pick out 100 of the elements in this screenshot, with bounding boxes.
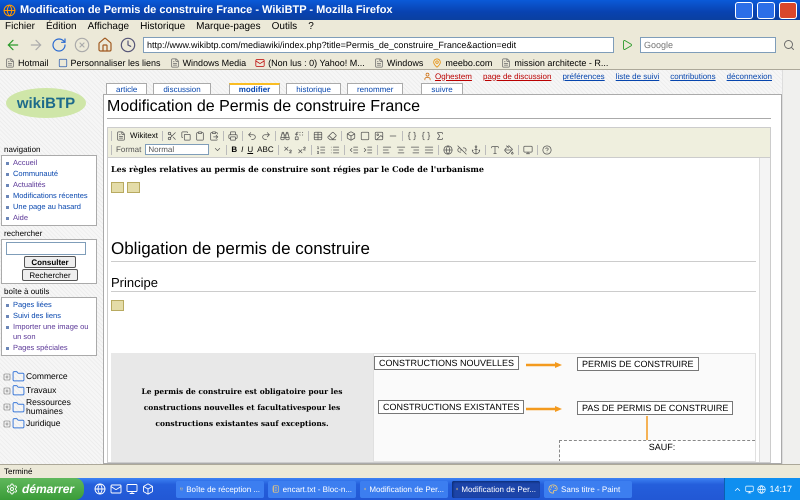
menu-item[interactable]: Édition bbox=[46, 21, 77, 32]
user-link[interactable]: contributions bbox=[670, 72, 716, 80]
page-tab[interactable]: historique bbox=[286, 83, 341, 94]
bookmark[interactable]: Personnaliser les liens bbox=[58, 58, 161, 68]
page-tab[interactable]: article bbox=[106, 83, 148, 94]
numbered-list-icon[interactable] bbox=[316, 144, 326, 154]
bookmark[interactable]: meebo.com bbox=[432, 58, 492, 68]
menu-item[interactable]: Fichier bbox=[5, 21, 36, 32]
monitor-icon[interactable] bbox=[522, 144, 533, 154]
outdent-icon[interactable] bbox=[348, 144, 359, 154]
align-center-icon[interactable] bbox=[396, 144, 406, 154]
address-field[interactable]: http://www.wikibtp.com/mediawiki/index.php?title=Permis_de_construire_France&action=edit bbox=[143, 36, 614, 52]
menu-item[interactable]: Marque-pages bbox=[196, 21, 261, 32]
home-icon[interactable] bbox=[97, 36, 113, 52]
scissors-icon[interactable] bbox=[167, 130, 177, 140]
image-icon[interactable] bbox=[374, 130, 384, 140]
monitor-icon[interactable] bbox=[745, 484, 754, 494]
notepad-icon bbox=[272, 484, 280, 494]
wikitext-button[interactable]: Wikitext bbox=[130, 131, 158, 140]
copy-icon[interactable] bbox=[181, 130, 191, 140]
subscript-icon[interactable] bbox=[282, 144, 293, 154]
menu-item[interactable]: Outils bbox=[272, 21, 298, 32]
expand-icon[interactable] bbox=[3, 403, 11, 411]
go-icon[interactable] bbox=[621, 38, 633, 50]
format-button[interactable]: I bbox=[241, 145, 244, 154]
format-button[interactable]: U bbox=[247, 145, 254, 154]
user-link[interactable]: déconnexion bbox=[726, 72, 772, 80]
category-item[interactable]: Travaux bbox=[26, 386, 68, 395]
category-item[interactable]: Commerce bbox=[26, 372, 68, 381]
format-button[interactable]: B bbox=[231, 145, 238, 154]
caret-icon[interactable] bbox=[213, 145, 222, 154]
window-icon[interactable] bbox=[360, 130, 370, 140]
paste-icon[interactable] bbox=[209, 130, 219, 140]
diagram-node: CONSTRUCTIONS NOUVELLES bbox=[374, 356, 520, 370]
page-tab[interactable]: discussion bbox=[153, 83, 211, 94]
close-button[interactable] bbox=[779, 2, 797, 18]
expand-icon[interactable] bbox=[3, 420, 11, 428]
bookmark[interactable]: Windows Media bbox=[170, 58, 246, 68]
format-button[interactable]: ABC bbox=[257, 145, 274, 154]
taskbar-item[interactable]: encart.txt - Bloc-n... bbox=[268, 480, 356, 498]
search-field[interactable]: Google bbox=[640, 36, 776, 52]
menu-item[interactable]: Historique bbox=[140, 21, 186, 32]
align-right-icon[interactable] bbox=[410, 144, 420, 154]
unlink-icon[interactable] bbox=[456, 144, 467, 154]
page-scrollbar[interactable] bbox=[782, 70, 800, 464]
fill-color-icon[interactable] bbox=[504, 144, 514, 154]
minimize-button[interactable] bbox=[735, 2, 753, 18]
bookmark[interactable]: mission architecte - R... bbox=[501, 58, 608, 68]
eraser-icon[interactable] bbox=[327, 130, 337, 140]
braces-icon[interactable] bbox=[407, 130, 417, 140]
category-item[interactable]: Ressources humaines bbox=[26, 398, 68, 416]
indent-icon[interactable] bbox=[362, 144, 373, 154]
editor-scrollbar[interactable] bbox=[759, 158, 770, 462]
menu-item[interactable]: ? bbox=[308, 21, 314, 32]
expand-icon[interactable] bbox=[3, 386, 11, 394]
page-tab[interactable]: modifier bbox=[228, 83, 280, 94]
justify-icon[interactable] bbox=[424, 144, 434, 154]
site-logo[interactable]: wikiBTP bbox=[6, 88, 86, 118]
braces-icon[interactable] bbox=[421, 130, 431, 140]
align-left-icon[interactable] bbox=[382, 144, 392, 154]
superscript-icon[interactable] bbox=[296, 144, 307, 154]
bookmark[interactable]: (Non lus : 0) Yahoo! M... bbox=[255, 58, 365, 68]
format-select[interactable]: Normal bbox=[145, 144, 210, 155]
search-input[interactable] bbox=[6, 242, 86, 255]
reload-icon[interactable] bbox=[51, 36, 67, 52]
bookmark[interactable]: Windows bbox=[374, 58, 424, 68]
binoculars-icon[interactable] bbox=[280, 130, 290, 140]
search-button[interactable]: Consulter bbox=[24, 256, 76, 268]
maximize-button[interactable] bbox=[757, 2, 775, 18]
cube-icon[interactable] bbox=[346, 130, 356, 140]
taskbar-item[interactable]: Sans titre - Paint bbox=[544, 480, 632, 498]
clipboard-icon[interactable] bbox=[195, 130, 205, 140]
user-link[interactable]: préférences bbox=[562, 72, 605, 80]
printer-icon[interactable] bbox=[228, 130, 238, 140]
page-icon[interactable] bbox=[116, 130, 126, 140]
redo-icon[interactable] bbox=[261, 130, 271, 140]
page-tab[interactable]: renommer bbox=[346, 83, 404, 94]
taskbar-item[interactable]: Modification de Per... bbox=[360, 480, 448, 498]
square-icon bbox=[58, 58, 68, 68]
help-icon[interactable] bbox=[542, 144, 552, 154]
anchor-icon[interactable] bbox=[470, 144, 481, 154]
user-link[interactable]: page de discussion bbox=[482, 72, 552, 80]
sigma-icon[interactable] bbox=[435, 130, 445, 140]
search-button[interactable]: Rechercher bbox=[22, 269, 78, 281]
expand-icon[interactable] bbox=[3, 372, 11, 380]
undo-icon[interactable] bbox=[247, 130, 257, 140]
taskbar-item[interactable]: Modification de Per... bbox=[452, 480, 540, 498]
page-tab[interactable]: suivre bbox=[421, 83, 463, 94]
menu-item[interactable]: Affichage bbox=[88, 21, 130, 32]
search-icon[interactable] bbox=[783, 38, 795, 50]
user-link[interactable]: Oghestem bbox=[423, 72, 472, 80]
history-icon[interactable] bbox=[120, 36, 136, 52]
bookmark[interactable]: Hotmail bbox=[5, 58, 49, 68]
category-item[interactable]: Juridique bbox=[26, 419, 68, 428]
user-link[interactable]: liste de suivi bbox=[616, 72, 660, 80]
table-icon[interactable] bbox=[313, 130, 323, 140]
monitor-icon[interactable] bbox=[126, 483, 138, 495]
text-color-icon[interactable] bbox=[490, 144, 500, 154]
window-title: Modification de Permis de construire France - WikiBTP - Mozilla Firefox bbox=[20, 4, 394, 16]
taskbar-item[interactable]: Boîte de réception ... bbox=[176, 480, 264, 498]
